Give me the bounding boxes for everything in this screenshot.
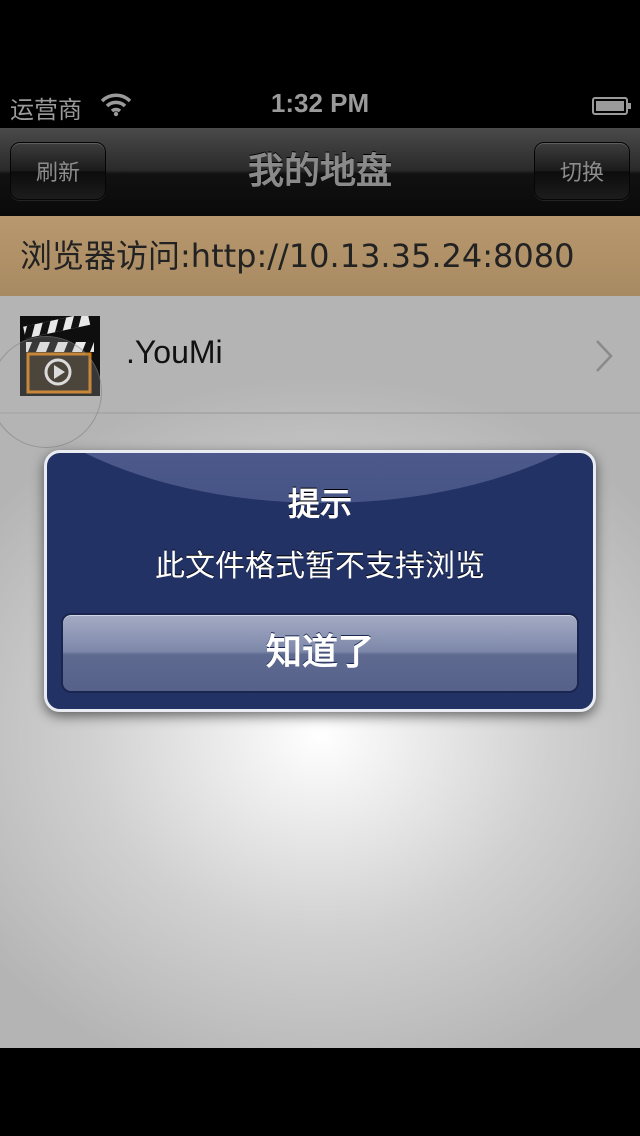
video-file-icon <box>20 316 100 396</box>
navigation-bar: 我的地盘 刷新 切换 <box>0 128 640 217</box>
refresh-button[interactable]: 刷新 <box>10 142 106 200</box>
alert-message: 此文件格式暂不支持浏览 <box>155 549 485 584</box>
switch-button[interactable]: 切换 <box>534 142 630 200</box>
chevron-right-icon <box>596 340 613 372</box>
alert-title: 提示 <box>287 485 352 523</box>
alert-dialog: 提示 此文件格式暂不支持浏览 知道了 <box>44 450 596 712</box>
battery-icon <box>592 97 631 115</box>
status-time: 1:32 PM <box>270 88 370 118</box>
screen: 运营商 1:32 PM 我的地盘 刷新 切换 浏览器访问:http://10.1… <box>0 0 640 1136</box>
ok-button[interactable]: 知道了 <box>61 613 579 693</box>
file-name: .YouMi <box>126 334 223 370</box>
status-bar: 运营商 1:32 PM <box>0 80 640 130</box>
list-item[interactable]: .YouMi <box>0 296 640 414</box>
browser-access-banner: 浏览器访问:http://10.13.35.24:8080 <box>0 216 640 296</box>
